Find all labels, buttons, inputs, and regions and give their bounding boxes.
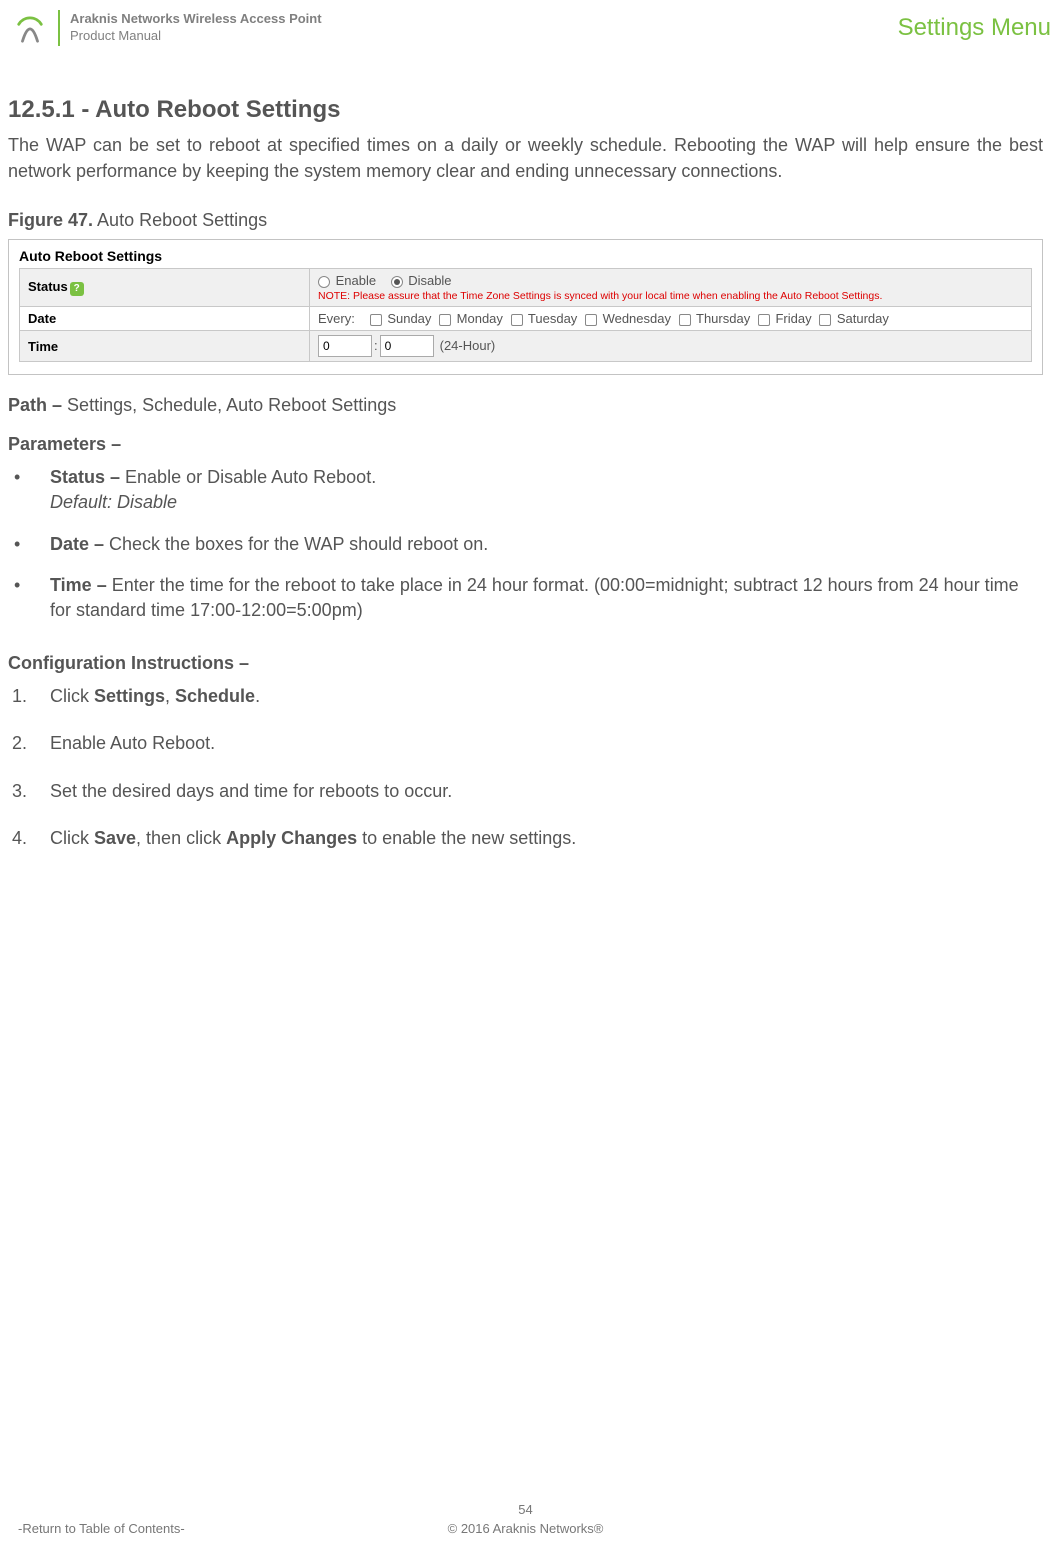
page-footer: 54 -Return to Table of Contents- © 2016 … bbox=[0, 1502, 1051, 1536]
figure-caption: Figure 47. Auto Reboot Settings bbox=[8, 210, 1043, 231]
param-desc: Enable or Disable Auto Reboot. bbox=[120, 467, 376, 487]
wednesday-checkbox[interactable] bbox=[585, 314, 597, 326]
row-time: Time : (24-Hour) bbox=[20, 331, 1032, 362]
step-text: Set the desired days and time for reboot… bbox=[50, 781, 452, 801]
saturday-checkbox[interactable] bbox=[819, 314, 831, 326]
status-label-cell: Status? bbox=[20, 269, 310, 307]
step-text: to enable the new settings. bbox=[357, 828, 576, 848]
day-friday: Friday bbox=[775, 311, 811, 326]
step-3: Set the desired days and time for reboot… bbox=[8, 779, 1043, 804]
page-content: 12.5.1 - Auto Reboot Settings The WAP ca… bbox=[0, 56, 1051, 851]
day-sunday: Sunday bbox=[387, 311, 431, 326]
date-value-cell: Every: Sunday Monday Tuesday Wednesday T… bbox=[310, 307, 1032, 331]
path-value: Settings, Schedule, Auto Reboot Settings bbox=[67, 395, 396, 415]
day-wednesday: Wednesday bbox=[603, 311, 671, 326]
page-number: 54 bbox=[0, 1502, 1051, 1517]
status-note: NOTE: Please assure that the Time Zone S… bbox=[318, 290, 1023, 302]
disable-label: Disable bbox=[408, 273, 451, 288]
param-status: Status – Enable or Disable Auto Reboot. … bbox=[8, 465, 1043, 515]
param-desc: Check the boxes for the WAP should reboo… bbox=[104, 534, 488, 554]
toc-link[interactable]: -Return to Table of Contents- bbox=[18, 1521, 185, 1536]
param-date: Date – Check the boxes for the WAP shoul… bbox=[8, 532, 1043, 557]
step-4: Click Save, then click Apply Changes to … bbox=[8, 826, 1043, 851]
step-bold: Apply Changes bbox=[226, 828, 357, 848]
step-text: . bbox=[255, 686, 260, 706]
sunday-checkbox[interactable] bbox=[370, 314, 382, 326]
day-thursday: Thursday bbox=[696, 311, 750, 326]
header-subtitle: Product Manual bbox=[70, 28, 322, 45]
param-name: Date – bbox=[50, 534, 104, 554]
section-heading: 12.5.1 - Auto Reboot Settings bbox=[8, 96, 1043, 124]
header-title: Araknis Networks Wireless Access Point bbox=[70, 11, 322, 28]
step-bold: Settings bbox=[94, 686, 165, 706]
figure-title: Auto Reboot Settings bbox=[97, 210, 267, 230]
brand-logo bbox=[10, 8, 50, 48]
every-label: Every: bbox=[318, 311, 355, 326]
step-text: , bbox=[165, 686, 175, 706]
step-text: Click bbox=[50, 828, 94, 848]
path-label: Path – bbox=[8, 395, 62, 415]
config-steps: Click Settings, Schedule. Enable Auto Re… bbox=[8, 684, 1043, 851]
monday-checkbox[interactable] bbox=[439, 314, 451, 326]
help-icon[interactable]: ? bbox=[70, 282, 84, 296]
param-name: Status – bbox=[50, 467, 120, 487]
friday-checkbox[interactable] bbox=[758, 314, 770, 326]
thursday-checkbox[interactable] bbox=[679, 314, 691, 326]
day-tuesday: Tuesday bbox=[528, 311, 577, 326]
step-text: Enable Auto Reboot. bbox=[50, 733, 215, 753]
step-bold: Schedule bbox=[175, 686, 255, 706]
row-status: Status? Enable Disable NOTE: Please assu… bbox=[20, 269, 1032, 307]
step-text: , then click bbox=[136, 828, 226, 848]
time-label: Time bbox=[20, 331, 310, 362]
section-intro: The WAP can be set to reboot at specifie… bbox=[8, 132, 1043, 184]
time-minute-input[interactable] bbox=[380, 335, 434, 357]
settings-menu-link[interactable]: Settings Menu bbox=[898, 14, 1051, 42]
step-2: Enable Auto Reboot. bbox=[8, 731, 1043, 756]
step-1: Click Settings, Schedule. bbox=[8, 684, 1043, 709]
copyright: © 2016 Araknis Networks® bbox=[448, 1521, 604, 1536]
step-bold: Save bbox=[94, 828, 136, 848]
day-monday: Monday bbox=[457, 311, 503, 326]
step-text: Click bbox=[50, 686, 94, 706]
enable-radio[interactable] bbox=[318, 276, 330, 288]
status-value-cell: Enable Disable NOTE: Please assure that … bbox=[310, 269, 1032, 307]
parameters-heading: Parameters – bbox=[8, 434, 1043, 455]
tuesday-checkbox[interactable] bbox=[511, 314, 523, 326]
figure-box: Auto Reboot Settings Status? Enable Disa… bbox=[8, 239, 1043, 375]
param-name: Time – bbox=[50, 575, 107, 595]
date-label: Date bbox=[20, 307, 310, 331]
header-titles: Araknis Networks Wireless Access Point P… bbox=[70, 11, 322, 45]
status-label: Status bbox=[28, 279, 68, 294]
header-divider bbox=[58, 10, 60, 46]
day-saturday: Saturday bbox=[837, 311, 889, 326]
panel-title: Auto Reboot Settings bbox=[19, 248, 1032, 264]
time-hour-input[interactable] bbox=[318, 335, 372, 357]
footer-row: -Return to Table of Contents- © 2016 Ara… bbox=[0, 1521, 1051, 1536]
row-date: Date Every: Sunday Monday Tuesday Wednes… bbox=[20, 307, 1032, 331]
page-header: Araknis Networks Wireless Access Point P… bbox=[0, 0, 1051, 56]
path-line: Path – Settings, Schedule, Auto Reboot S… bbox=[8, 395, 1043, 416]
enable-label: Enable bbox=[336, 273, 376, 288]
config-heading: Configuration Instructions – bbox=[8, 653, 1043, 674]
param-default: Default: Disable bbox=[50, 490, 1043, 515]
settings-table: Status? Enable Disable NOTE: Please assu… bbox=[19, 268, 1032, 362]
araknis-logo-icon bbox=[15, 13, 45, 43]
time-format-label: (24-Hour) bbox=[440, 338, 496, 353]
time-separator: : bbox=[374, 338, 378, 353]
figure-number: Figure 47. bbox=[8, 210, 93, 230]
time-value-cell: : (24-Hour) bbox=[310, 331, 1032, 362]
param-desc: Enter the time for the reboot to take pl… bbox=[50, 575, 1019, 620]
param-time: Time – Enter the time for the reboot to … bbox=[8, 573, 1043, 623]
disable-radio[interactable] bbox=[391, 276, 403, 288]
parameters-list: Status – Enable or Disable Auto Reboot. … bbox=[8, 465, 1043, 623]
